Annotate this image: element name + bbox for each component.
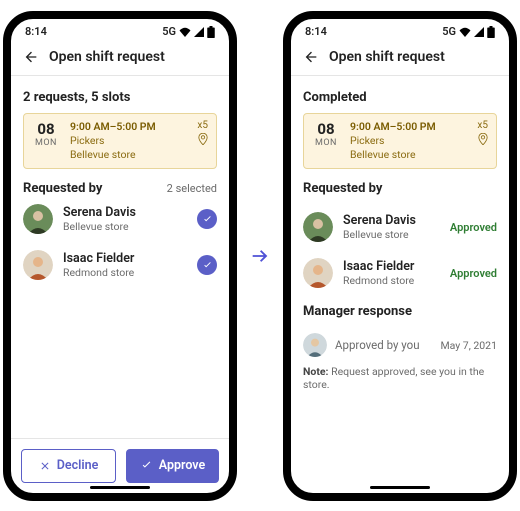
phone-after: 8:14 5G Open shift request Completed 08 … [283,11,517,501]
transition-arrow-icon [249,245,271,267]
manager-line: Approved by you [335,338,420,352]
manager-note: Note: Request approved, see you in the s… [303,365,497,391]
action-footer: Decline Approve [11,438,229,493]
summary-text: 2 requests, 5 slots [23,90,217,105]
selected-count: 2 selected [167,182,217,195]
phone-before: 8:14 5G Open shift request 2 requests, 5… [3,11,237,501]
person-text: Isaac Fielder Redmond store [343,259,414,287]
status-bar: 8:14 5G [11,19,229,41]
status-time: 8:14 [305,25,327,38]
home-indicator [370,486,430,489]
signal-icon [474,27,484,37]
person-text: Serena Davis Bellevue store [63,205,136,233]
note-label: Note: [303,365,329,378]
content: 2 requests, 5 slots 08 MON 9:00 AM–5:00 … [11,76,229,438]
shift-card[interactable]: 08 MON 9:00 AM–5:00 PM Pickers Bellevue … [23,113,217,170]
status-bar: 8:14 5G [291,19,509,41]
shift-role: Pickers [350,134,467,148]
shift-info: 9:00 AM–5:00 PM Pickers Bellevue store [350,120,467,163]
person-sub: Redmond store [63,266,134,279]
check-icon [202,214,213,225]
manager-response-label: Manager response [303,304,497,319]
battery-icon [207,26,215,38]
note-text: Request approved, see you in the store. [303,365,484,391]
shift-badges: x5 [197,120,208,163]
wifi-icon [459,27,471,37]
shift-card[interactable]: 08 MON 9:00 AM–5:00 PM Pickers Bellevue … [303,113,497,170]
status-net: 5G [442,25,456,38]
approve-label: Approve [159,458,205,473]
back-icon[interactable] [23,49,39,65]
shift-info: 9:00 AM–5:00 PM Pickers Bellevue store [70,120,187,163]
battery-icon [487,26,495,38]
date-day: MON [312,138,340,148]
person-name: Isaac Fielder [343,259,414,274]
page-title: Open shift request [329,49,445,65]
shift-date: 08 MON [312,120,340,163]
app-header: Open shift request [291,41,509,76]
check-icon [140,459,153,472]
date-number: 08 [312,120,340,138]
signal-icon [194,27,204,37]
home-indicator [90,486,150,489]
shift-role: Pickers [70,134,187,148]
decline-label: Decline [57,458,99,473]
person-text: Isaac Fielder Redmond store [63,251,134,279]
location-icon [478,133,488,145]
person-sub: Bellevue store [343,228,416,241]
status-net: 5G [162,25,176,38]
status-approved: Approved [450,267,497,280]
date-number: 08 [32,120,60,138]
requested-by-header: Requested by 2 selected [23,181,217,196]
shift-location: Bellevue store [70,148,187,162]
shift-time: 9:00 AM–5:00 PM [350,120,467,134]
close-icon [39,460,51,472]
person-row[interactable]: Isaac Fielder Redmond store [23,242,217,288]
avatar [303,212,333,242]
date-day: MON [32,138,60,148]
avatar [303,333,327,357]
person-row[interactable]: Serena Davis Bellevue store [23,196,217,242]
app-header: Open shift request [11,41,229,76]
manager-date: May 7, 2021 [440,339,497,352]
shift-badges: x5 [477,120,488,163]
checkbox-checked[interactable] [197,255,217,275]
status-time: 8:14 [25,25,47,38]
decline-button[interactable]: Decline [21,449,116,483]
status-icons: 5G [442,25,495,38]
person-sub: Redmond store [343,274,414,287]
shift-location: Bellevue store [350,148,467,162]
location-icon [198,133,208,145]
summary-text: Completed [303,90,497,105]
content: Completed 08 MON 9:00 AM–5:00 PM Pickers… [291,76,509,493]
approve-button[interactable]: Approve [126,449,219,483]
person-text: Serena Davis Bellevue store [343,213,416,241]
requested-by-label: Requested by [23,181,102,196]
person-name: Isaac Fielder [63,251,134,266]
requested-by-label: Requested by [303,181,497,196]
status-approved: Approved [450,221,497,234]
person-name: Serena Davis [343,213,416,228]
shift-time: 9:00 AM–5:00 PM [70,120,187,134]
person-sub: Bellevue store [63,220,136,233]
shift-qty: x5 [477,120,488,131]
avatar [303,258,333,288]
person-name: Serena Davis [63,205,136,220]
avatar [23,250,53,280]
manager-row: Approved by you May 7, 2021 [303,327,497,359]
check-icon [202,260,213,271]
shift-qty: x5 [197,120,208,131]
person-row[interactable]: Isaac Fielder Redmond store Approved [303,250,497,296]
avatar [23,204,53,234]
status-icons: 5G [162,25,215,38]
checkbox-checked[interactable] [197,209,217,229]
wifi-icon [179,27,191,37]
shift-date: 08 MON [32,120,60,163]
person-row[interactable]: Serena Davis Bellevue store Approved [303,204,497,250]
back-icon[interactable] [303,49,319,65]
page-title: Open shift request [49,49,165,65]
